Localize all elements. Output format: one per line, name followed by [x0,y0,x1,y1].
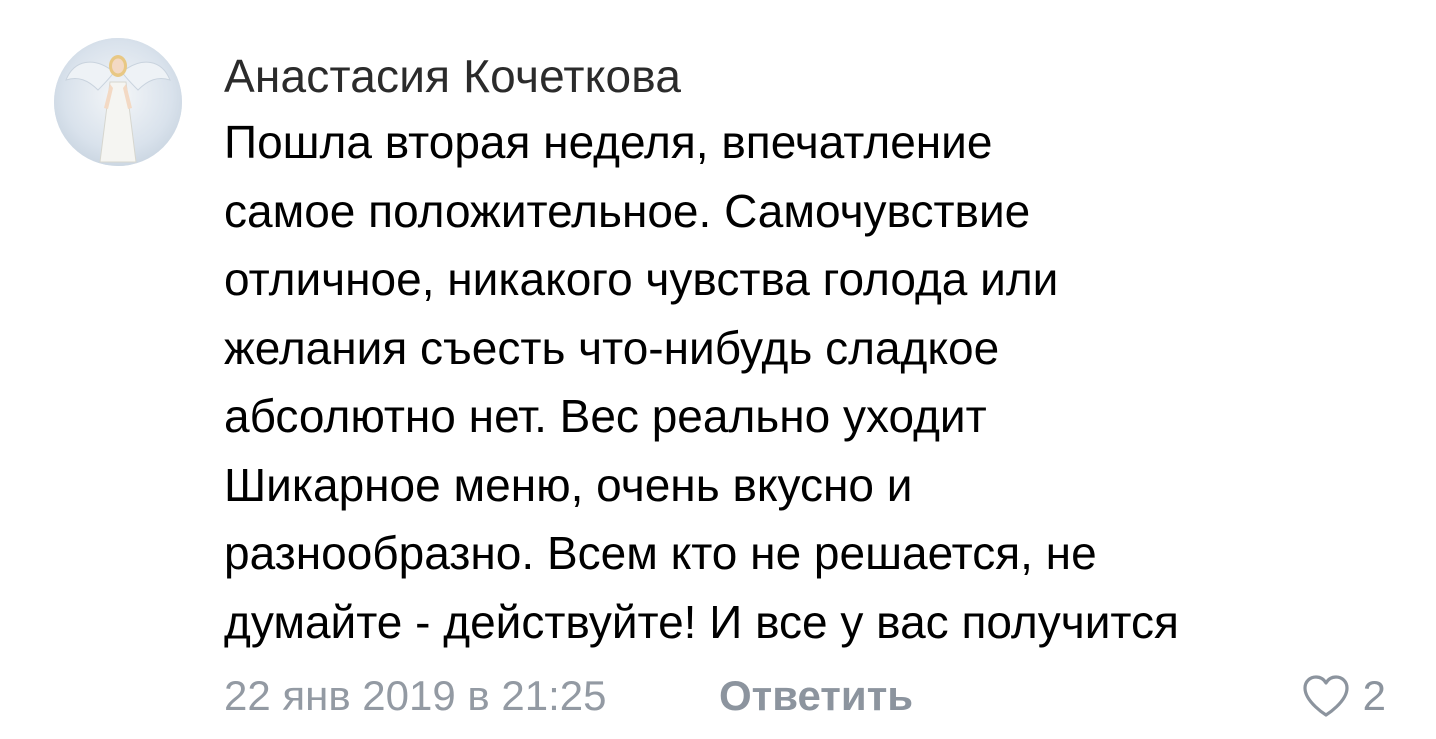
comment-text: Пошла вторая неделя, впечатление самое п… [224,108,1334,656]
comment: Анастасия Кочеткова Пошла вторая неделя,… [0,0,1436,739]
comment-text-line: абсолютно нет. Вес реально уходит [224,390,987,442]
like-button[interactable]: 2 [1301,666,1386,726]
comment-text-line: отличное, никакого чувства голода или [224,253,1059,305]
comment-text-line: Шикарное меню, очень вкусно и [224,458,913,511]
comment-date[interactable]: 22 янв 2019 в 21:25 [224,666,607,726]
like-count: 2 [1362,672,1386,719]
comment-text-line: разнообразно. Всем кто не решается, не [224,527,1097,579]
comment-text-line: Пошла вторая неделя, впечатление [224,116,993,168]
reply-button[interactable]: Ответить [719,666,913,726]
comment-text-line: думайте - действуйте! И все у вас получи… [224,595,1179,648]
comment-text-line: желания съесть что-нибудь сладкое [224,321,1000,374]
angel-avatar-image [54,38,182,166]
comment-footer: 22 янв 2019 в 21:25 Ответить 2 [224,666,1394,726]
comment-text-line: самое положительное. Самочувствие [224,184,1031,237]
author-name[interactable]: Анастасия Кочеткова [224,44,1404,108]
author-avatar[interactable] [54,38,182,166]
heart-outline-icon [1303,675,1349,717]
comment-content: Анастасия Кочеткова Пошла вторая неделя,… [224,44,1404,656]
